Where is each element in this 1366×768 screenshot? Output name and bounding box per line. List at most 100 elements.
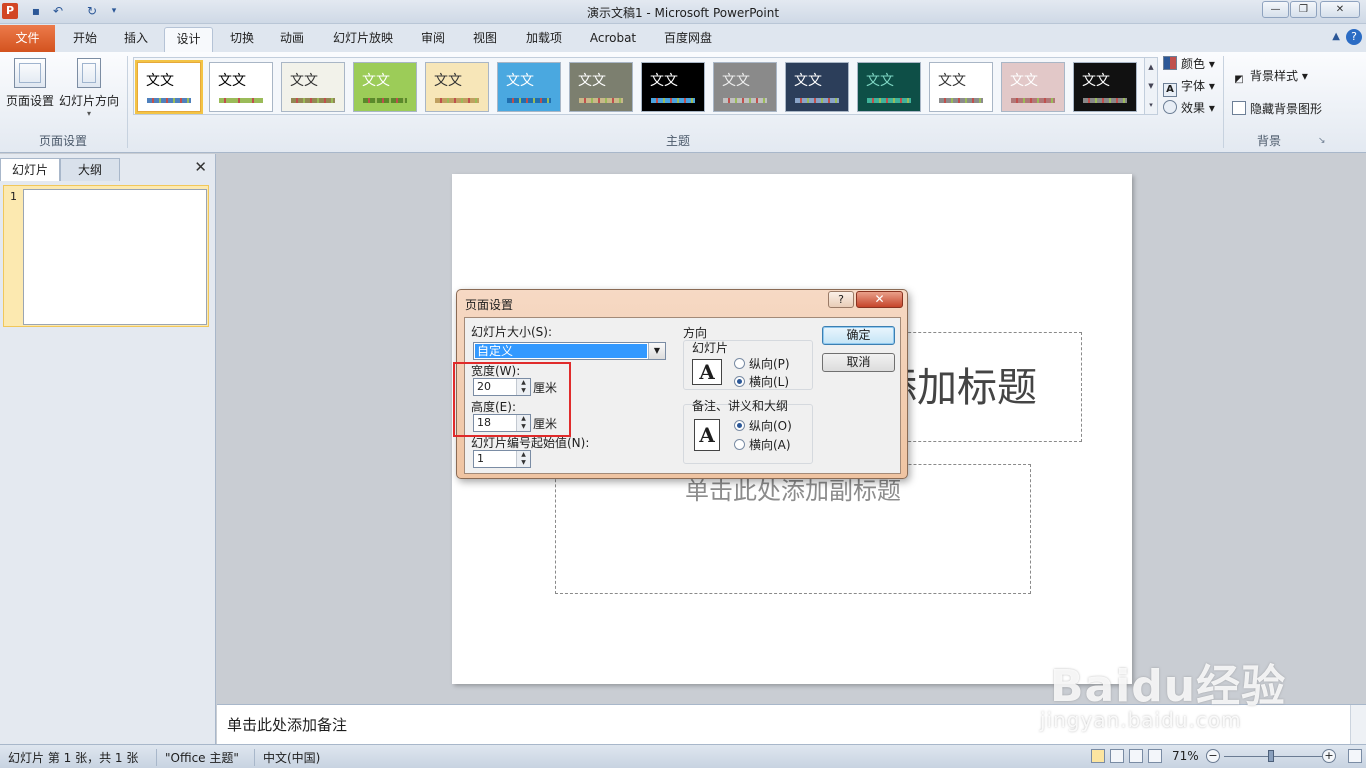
theme-thumbnail[interactable]: 文文 bbox=[569, 62, 633, 112]
tab-insert[interactable]: 插入 bbox=[112, 27, 160, 52]
themes-gallery: 文文 文文 文文 文文 文文 文文 文文 文文 文文 文文 文文 文文 文文 文文 bbox=[133, 57, 1157, 115]
close-icon[interactable]: ✕ bbox=[194, 158, 207, 176]
colors-icon bbox=[1163, 56, 1177, 70]
theme-color-swatches bbox=[435, 98, 479, 103]
background-styles-button[interactable]: ◩ 背景样式 ▾ bbox=[1232, 66, 1308, 86]
theme-thumbnail-text: 文文 bbox=[1082, 73, 1110, 89]
zoom-out-icon[interactable]: − bbox=[1206, 749, 1220, 763]
fit-to-window-icon[interactable] bbox=[1348, 749, 1362, 763]
slides-portrait-label: 纵向(P) bbox=[749, 357, 790, 371]
theme-thumbnail[interactable]: 文文 bbox=[353, 62, 417, 112]
theme-thumbnail-text: 文文 bbox=[218, 73, 246, 89]
tab-design[interactable]: 设计 bbox=[164, 27, 213, 52]
tab-addins[interactable]: 加载项 bbox=[518, 27, 570, 52]
tab-outline[interactable]: 大纲 bbox=[60, 158, 120, 181]
notes-pane[interactable]: 单击此处添加备注 bbox=[217, 704, 1366, 745]
tab-slides[interactable]: 幻灯片 bbox=[0, 158, 60, 181]
slide-thumbnail-item[interactable]: 1 bbox=[3, 185, 209, 327]
help-icon[interactable]: ? bbox=[1346, 29, 1362, 45]
reading-view-icon[interactable] bbox=[1129, 749, 1143, 763]
title-bar: P ▪ ↶ ↻ ▾ 演示文稿1 - Microsoft PowerPoint —… bbox=[0, 0, 1366, 24]
dialog-close-button[interactable]: ✕ bbox=[856, 291, 903, 308]
hide-background-graphics-label: 隐藏背景图形 bbox=[1250, 102, 1323, 116]
maximize-button[interactable]: ❐ bbox=[1290, 1, 1317, 18]
theme-color-swatches bbox=[1083, 98, 1127, 103]
theme-thumbnail[interactable]: 文文 bbox=[1001, 62, 1065, 112]
language-status[interactable]: 中文(中国) bbox=[254, 749, 320, 766]
theme-color-swatches bbox=[147, 98, 191, 103]
tab-slideshow[interactable]: 幻灯片放映 bbox=[326, 27, 400, 52]
theme-color-swatches bbox=[723, 98, 767, 103]
tab-home[interactable]: 开始 bbox=[60, 27, 110, 52]
zoom-level[interactable]: 71% bbox=[1172, 749, 1199, 763]
gallery-more-icon[interactable]: ▾ bbox=[1145, 96, 1157, 115]
slide-thumbnail[interactable] bbox=[23, 189, 207, 325]
slide-orientation-label: 幻灯片方向 bbox=[58, 94, 119, 108]
theme-fonts-button[interactable]: A 字体 ▾ bbox=[1163, 76, 1215, 97]
theme-color-swatches bbox=[219, 98, 263, 103]
dialog-help-button[interactable]: ? bbox=[828, 291, 854, 308]
zoom-slider-thumb[interactable] bbox=[1268, 750, 1275, 762]
gallery-scroll[interactable]: ▲ ▼ ▾ bbox=[1144, 57, 1158, 115]
slide-size-value: 自定义 bbox=[475, 344, 647, 358]
theme-thumbnail[interactable]: 文文 bbox=[1073, 62, 1137, 112]
slides-portrait-radio[interactable]: 纵向(P) bbox=[734, 355, 790, 372]
theme-thumbnail[interactable]: 文文 bbox=[425, 62, 489, 112]
theme-thumbnail[interactable]: 文文 bbox=[135, 60, 203, 114]
theme-thumbnail-text: 文文 bbox=[794, 73, 822, 89]
theme-thumbnail[interactable]: 文文 bbox=[281, 62, 345, 112]
fonts-icon: A bbox=[1163, 83, 1177, 97]
theme-thumbnail[interactable]: 文文 bbox=[713, 62, 777, 112]
notes-scrollbar[interactable] bbox=[1350, 705, 1366, 745]
tab-view[interactable]: 视图 bbox=[462, 27, 508, 52]
theme-thumbnail-text: 文文 bbox=[650, 73, 678, 89]
tab-baidu-netdisk[interactable]: 百度网盘 bbox=[656, 27, 720, 52]
radio-icon bbox=[734, 439, 745, 450]
normal-view-icon[interactable] bbox=[1091, 749, 1105, 763]
chevron-down-icon: ▾ bbox=[86, 109, 91, 118]
slide-sorter-icon[interactable] bbox=[1110, 749, 1124, 763]
notes-landscape-radio[interactable]: 横向(A) bbox=[734, 436, 791, 453]
theme-color-swatches bbox=[291, 98, 335, 103]
theme-thumbnail[interactable]: 文文 bbox=[929, 62, 993, 112]
minimize-ribbon-icon[interactable]: ▲ bbox=[1332, 31, 1340, 42]
theme-fonts-label: 字体 bbox=[1181, 79, 1206, 93]
tab-acrobat[interactable]: Acrobat bbox=[583, 27, 643, 52]
page-setup-button[interactable]: 页面设置 bbox=[5, 58, 55, 109]
gallery-up-icon[interactable]: ▲ bbox=[1145, 58, 1157, 77]
slide-size-select[interactable]: 自定义 ▼ bbox=[473, 342, 666, 360]
spinner-arrows-icon[interactable]: ▲ ▼ bbox=[516, 451, 530, 467]
theme-thumbnail[interactable]: 文文 bbox=[497, 62, 561, 112]
cancel-button[interactable]: 取消 bbox=[822, 353, 895, 372]
slide-orientation-button[interactable]: 幻灯片方向 ▾ bbox=[58, 58, 120, 118]
theme-color-swatches bbox=[651, 98, 695, 103]
theme-thumbnail[interactable]: 文文 bbox=[785, 62, 849, 112]
theme-thumbnail[interactable]: 文文 bbox=[209, 62, 273, 112]
theme-colors-button[interactable]: 颜色 ▾ bbox=[1163, 54, 1215, 74]
chevron-down-icon[interactable]: ▼ bbox=[648, 343, 665, 359]
slides-landscape-radio[interactable]: 横向(L) bbox=[734, 373, 789, 390]
start-number-spinner[interactable]: 1 ▲ ▼ bbox=[473, 450, 531, 468]
zoom-in-icon[interactable]: + bbox=[1322, 749, 1336, 763]
slideshow-view-icon[interactable] bbox=[1148, 749, 1162, 763]
tab-review[interactable]: 审阅 bbox=[410, 27, 456, 52]
theme-thumbnail-text: 文文 bbox=[146, 73, 174, 89]
tab-animations[interactable]: 动画 bbox=[268, 27, 316, 52]
hide-background-graphics-checkbox[interactable]: 隐藏背景图形 bbox=[1232, 99, 1322, 119]
notes-portrait-radio[interactable]: 纵向(O) bbox=[734, 417, 792, 434]
theme-effects-button[interactable]: 效果 ▾ bbox=[1163, 98, 1215, 118]
minimize-button[interactable]: — bbox=[1262, 1, 1289, 18]
subtitle-placeholder[interactable]: 单击此处添加副标题 bbox=[555, 464, 1031, 594]
tab-transitions[interactable]: 切换 bbox=[218, 27, 266, 52]
tab-file[interactable]: 文件 bbox=[0, 25, 55, 52]
gallery-down-icon[interactable]: ▼ bbox=[1145, 77, 1157, 96]
theme-thumbnail[interactable]: 文文 bbox=[641, 62, 705, 112]
landscape-orientation-icon: A bbox=[692, 359, 722, 385]
theme-color-swatches bbox=[867, 98, 911, 103]
ok-button[interactable]: 确定 bbox=[822, 326, 895, 345]
close-window-button[interactable]: ✕ bbox=[1320, 1, 1360, 18]
theme-thumbnail[interactable]: 文文 bbox=[857, 62, 921, 112]
theme-color-swatches bbox=[795, 98, 839, 103]
annotation-highlight-box bbox=[453, 362, 571, 437]
dialog-launcher-icon[interactable]: ↘ bbox=[1318, 136, 1326, 146]
